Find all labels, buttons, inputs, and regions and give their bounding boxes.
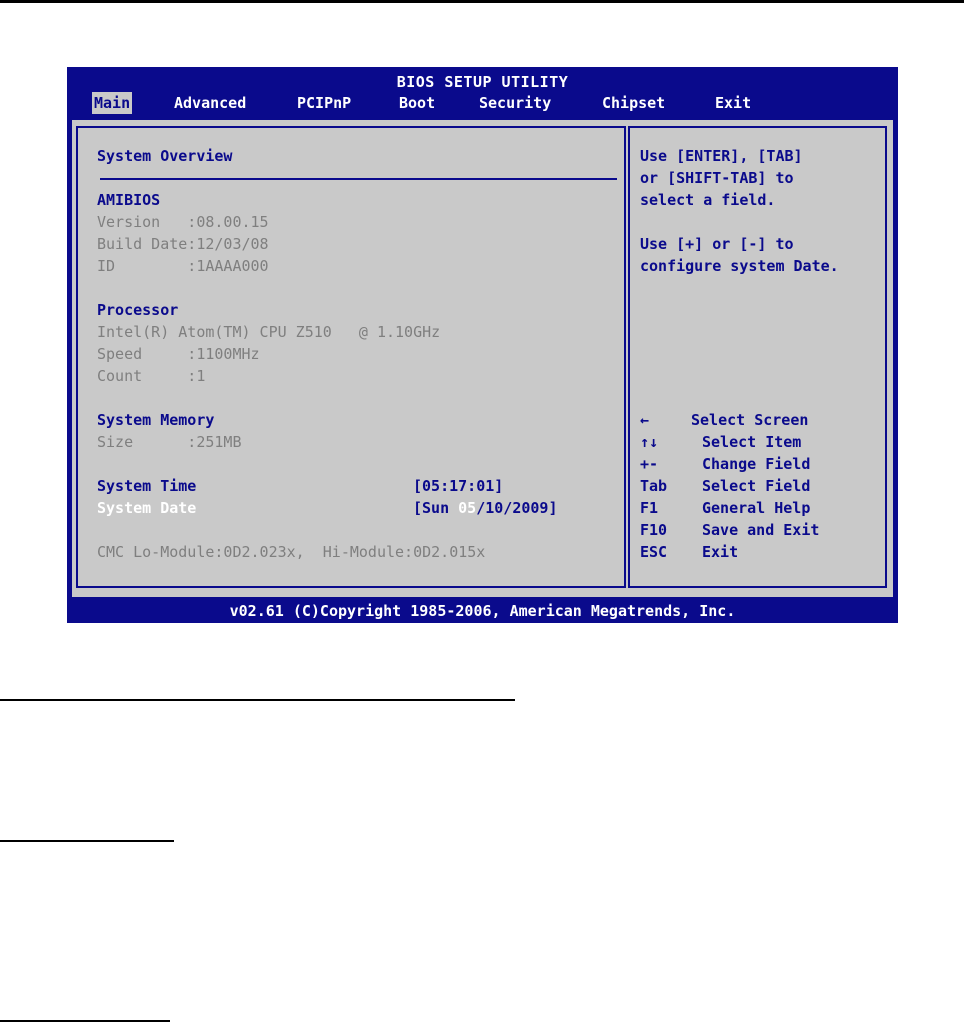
main-panel: System Overview AMIBIOS Version :08.00.1… (72, 120, 893, 597)
date-rest: /10/2009] (476, 499, 558, 517)
memory-heading: System Memory (97, 411, 215, 429)
document-rule-1 (0, 699, 515, 701)
key-plus-minus: +- (640, 455, 659, 473)
processor-speed: Speed :1100MHz (97, 345, 260, 363)
key-desc-change-field: Change Field (702, 455, 811, 473)
tab-boot[interactable]: Boot (397, 92, 437, 114)
tab-advanced[interactable]: Advanced (172, 92, 248, 114)
key-desc-select-screen: Select Screen (691, 411, 809, 429)
bios-title: BIOS SETUP UTILITY (396, 73, 569, 91)
system-date-label[interactable]: System Date (97, 497, 196, 519)
help-line-4: Use [+] or [-] to (640, 235, 794, 253)
help-line-2: or [SHIFT-TAB] to (640, 169, 794, 187)
help-line-1: Use [ENTER], [TAB] (640, 147, 803, 165)
key-desc-general-help: General Help (702, 499, 811, 517)
section-divider (100, 178, 617, 180)
bios-version: Version :08.00.15 (97, 213, 269, 231)
tab-chipset[interactable]: Chipset (600, 92, 667, 114)
settings-pane: System Overview AMIBIOS Version :08.00.1… (76, 126, 626, 588)
date-month-field[interactable]: 05 (458, 499, 476, 517)
key-esc: ESC (640, 543, 668, 561)
bios-screen: BIOS SETUP UTILITY Main Advanced PCIPnP … (67, 67, 898, 623)
system-time-value[interactable]: [05:17:01] (413, 475, 503, 497)
key-desc-select-item: Select Item (702, 433, 802, 451)
key-f1: F1 (640, 499, 659, 517)
help-line-5: configure system Date. (640, 257, 839, 275)
tab-pcipnp[interactable]: PCIPnP (295, 92, 353, 114)
processor-count: Count :1 (97, 367, 206, 385)
tab-main[interactable]: Main (92, 92, 133, 114)
copyright-footer: v02.61 (C)Copyright 1985-2006, American … (229, 602, 736, 620)
key-desc-exit: Exit (702, 543, 739, 561)
key-f10: F10 (640, 521, 668, 539)
processor-heading: Processor (97, 301, 179, 319)
key-tab: Tab (640, 477, 668, 495)
key-desc-select-field: Select Field (702, 477, 811, 495)
document-rule-3 (0, 1020, 170, 1022)
up-down-arrow-icon: ↑↓ (640, 433, 659, 451)
processor-model: Intel(R) Atom(TM) CPU Z510 @ 1.10GHz (97, 323, 441, 341)
help-line-3: select a field. (640, 191, 776, 209)
system-date-value[interactable]: [Sun 05/10/2009] (413, 497, 558, 519)
date-day: [Sun (413, 499, 459, 517)
left-arrow-icon: ← (640, 411, 650, 429)
section-title: System Overview (97, 147, 233, 165)
tab-exit[interactable]: Exit (713, 92, 753, 114)
help-pane: Use [ENTER], [TAB] or [SHIFT-TAB] to sel… (628, 126, 887, 588)
key-desc-save-exit: Save and Exit (702, 521, 820, 539)
amibios-heading: AMIBIOS (97, 191, 161, 209)
tab-security[interactable]: Security (477, 92, 553, 114)
cmc-module-info: CMC Lo-Module:0D2.023x, Hi-Module:0D2.01… (97, 543, 486, 561)
bios-build-date: Build Date:12/03/08 (97, 235, 269, 253)
menu-bar: Main Advanced PCIPnP Boot Security Chips… (67, 92, 898, 114)
top-rule (0, 0, 964, 3)
system-time-label[interactable]: System Time (97, 475, 196, 497)
bios-id: ID :1AAAA000 (97, 257, 269, 275)
document-rule-2 (0, 840, 174, 842)
memory-size: Size :251MB (97, 433, 242, 451)
